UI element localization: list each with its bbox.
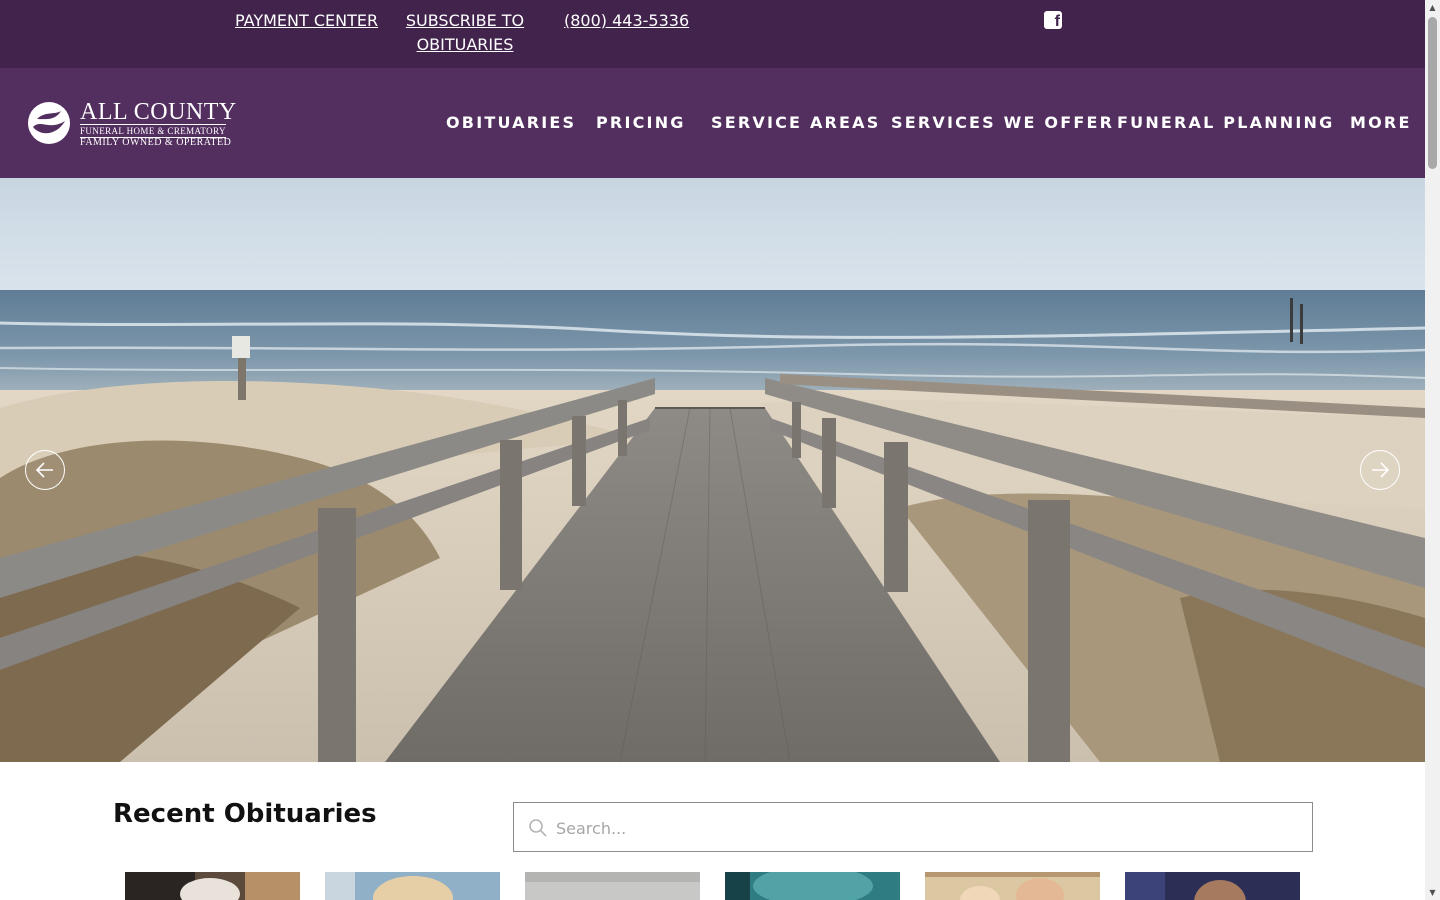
nav-pricing[interactable]: PRICING bbox=[596, 112, 686, 134]
search-icon bbox=[529, 819, 547, 837]
arrow-left-icon bbox=[35, 462, 53, 478]
obituary-card[interactable] bbox=[325, 872, 500, 900]
hero-prev-button[interactable] bbox=[25, 450, 65, 490]
nav-service-areas[interactable]: SERVICE AREAS bbox=[711, 112, 881, 134]
logo-mark-icon bbox=[28, 102, 70, 144]
obituary-photo bbox=[1125, 872, 1300, 900]
hero-slideshow bbox=[0, 178, 1425, 762]
phone-link[interactable]: (800) 443-5336 bbox=[564, 9, 689, 33]
obituary-photo bbox=[525, 872, 700, 900]
facebook-icon[interactable]: f bbox=[1044, 11, 1062, 30]
logo-title: ALL COUNTY bbox=[80, 99, 237, 125]
page-scrollbar[interactable]: ▲ ▼ bbox=[1425, 0, 1440, 900]
recent-obituaries-title: Recent Obituaries bbox=[113, 799, 377, 829]
obituary-card[interactable] bbox=[1125, 872, 1300, 900]
hero-next-button[interactable] bbox=[1360, 450, 1400, 490]
nav-funeral-planning[interactable]: FUNERAL PLANNING bbox=[1117, 112, 1334, 134]
hero-image-beach-boardwalk bbox=[0, 178, 1425, 762]
scroll-down-arrow-icon[interactable]: ▼ bbox=[1425, 885, 1440, 900]
obituary-card[interactable] bbox=[725, 872, 900, 900]
logo-subtitle: FUNERAL HOME & CREMATORY bbox=[80, 124, 226, 138]
obituary-photo bbox=[725, 872, 900, 900]
nav-obituaries[interactable]: OBITUARIES bbox=[446, 112, 576, 134]
obituary-photo bbox=[325, 872, 500, 900]
obituary-card[interactable] bbox=[925, 872, 1100, 900]
obituary-cards-row bbox=[125, 872, 1301, 900]
obituary-photo bbox=[125, 872, 300, 900]
obituary-photo bbox=[925, 872, 1100, 900]
logo-tagline: FAMILY OWNED & OPERATED bbox=[80, 137, 232, 148]
nav-more[interactable]: MORE bbox=[1350, 112, 1412, 134]
site-logo[interactable]: ALL COUNTY FUNERAL HOME & CREMATORY FAMI… bbox=[27, 100, 236, 148]
payment-center-link[interactable]: PAYMENT CENTER bbox=[235, 9, 378, 33]
main-header: ALL COUNTY FUNERAL HOME & CREMATORY FAMI… bbox=[0, 68, 1425, 178]
subscribe-obituaries-link[interactable]: SUBSCRIBE TO OBITUARIES bbox=[400, 9, 530, 57]
top-utility-bar: PAYMENT CENTER SUBSCRIBE TO OBITUARIES (… bbox=[0, 0, 1425, 68]
scroll-up-arrow-icon[interactable]: ▲ bbox=[1425, 0, 1440, 15]
obituary-search-box[interactable] bbox=[513, 802, 1313, 852]
obituary-card[interactable] bbox=[525, 872, 700, 900]
obituary-search-input[interactable] bbox=[556, 815, 1296, 841]
obituary-card[interactable] bbox=[125, 872, 300, 900]
nav-services-we-offer[interactable]: SERVICES WE OFFER bbox=[891, 112, 1114, 134]
arrow-right-icon bbox=[1372, 462, 1390, 478]
scroll-thumb[interactable] bbox=[1428, 17, 1437, 169]
